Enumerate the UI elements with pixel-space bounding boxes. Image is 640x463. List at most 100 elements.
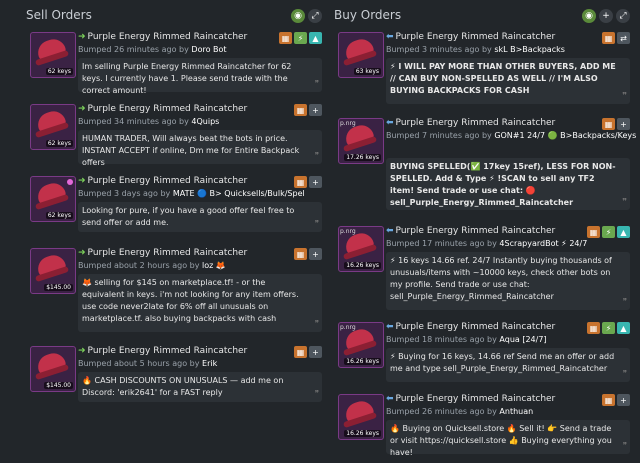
- bumped-info: Bumped 18 minutes ago by Aqua [24/7]: [386, 335, 547, 344]
- listing-description: 🔥 Buying on Quicksell.store 🔥 Sell it! 👉…: [386, 420, 630, 457]
- trade-icon[interactable]: ▦: [587, 322, 600, 334]
- item-title[interactable]: ➜ Purple Energy Rimmed Raincatcher: [78, 248, 247, 258]
- quote-icon: ❞: [622, 297, 627, 306]
- price-badge: $145.00: [44, 382, 73, 389]
- quote-icon: ❞: [622, 441, 627, 450]
- price-badge: 63 keys: [353, 68, 381, 75]
- buy-icon[interactable]: ▲: [617, 226, 630, 238]
- buy-listing[interactable]: p.nrg 16.26 keys ⬅ Purple Energy Rimmed Ra…: [334, 322, 630, 384]
- expand-icon[interactable]: ⤢: [616, 9, 630, 23]
- arrow-left-icon: ⬅: [386, 322, 394, 332]
- user-link[interactable]: Erik: [202, 359, 217, 368]
- trade-icon[interactable]: ▦: [294, 104, 307, 116]
- sell-listing[interactable]: $145.00 ➜ Purple Energy Rimmed Raincatche…: [26, 248, 322, 336]
- item-thumbnail[interactable]: 62 keys: [30, 176, 76, 222]
- price-badge: 62 keys: [45, 212, 73, 219]
- item-thumbnail[interactable]: $145.00: [30, 346, 76, 392]
- item-thumbnail[interactable]: p.nrg 16.26 keys: [338, 322, 384, 368]
- trade-icon[interactable]: ▦: [602, 32, 615, 44]
- item-title[interactable]: ➜ Purple Energy Rimmed Raincatcher: [78, 104, 247, 114]
- trade-icon[interactable]: ▦: [279, 32, 292, 44]
- item-title[interactable]: ➜ Purple Energy Rimmed Raincatcher: [78, 32, 247, 42]
- lightning-icon[interactable]: ⚡: [602, 322, 615, 334]
- buy-icon[interactable]: ▲: [617, 322, 630, 334]
- price-badge: 16.26 keys: [344, 358, 381, 365]
- quote-icon: ❞: [314, 319, 319, 328]
- item-title[interactable]: ➜ Purple Energy Rimmed Raincatcher: [78, 176, 247, 186]
- item-title[interactable]: ⬅ Purple Energy Rimmed Raincatcher: [386, 226, 555, 236]
- quote-icon: ❞: [622, 369, 627, 378]
- trade-icon[interactable]: ▦: [294, 248, 307, 260]
- lightning-icon[interactable]: ⚡: [602, 226, 615, 238]
- arrow-left-icon: ⬅: [386, 118, 394, 128]
- trade-icon[interactable]: ▦: [294, 176, 307, 188]
- add-friend-icon[interactable]: +: [309, 176, 322, 188]
- expand-icon[interactable]: ⤢: [308, 9, 322, 23]
- trade-icon[interactable]: ▦: [587, 226, 600, 238]
- buy-listing[interactable]: p.nrg 16.26 keys ⬅ Purple Energy Rimmed Ra…: [334, 226, 630, 312]
- add-friend-icon[interactable]: +: [309, 248, 322, 260]
- item-thumbnail[interactable]: p.nrg 17.26 keys: [338, 118, 384, 164]
- price-badge: 62 keys: [45, 68, 73, 75]
- buy-icon[interactable]: ▲: [309, 32, 322, 44]
- add-friend-icon[interactable]: +: [617, 394, 630, 406]
- sell-listing[interactable]: 62 keys ➜ Purple Energy Rimmed Raincatche…: [26, 176, 322, 238]
- sell-listing[interactable]: $145.00 ➜ Purple Energy Rimmed Raincatche…: [26, 346, 322, 408]
- item-thumbnail[interactable]: p.nrg 16.26 keys: [338, 226, 384, 272]
- paint-tag: p.nrg: [340, 120, 356, 127]
- buy-orders-title: Buy Orders: [334, 8, 402, 22]
- item-title[interactable]: ⬅ Purple Energy Rimmed Raincatcher: [386, 32, 555, 42]
- add-friend-icon[interactable]: +: [309, 104, 322, 116]
- trade-icon[interactable]: ▦: [602, 394, 615, 406]
- eye-icon[interactable]: ◉: [582, 9, 596, 23]
- paint-tag: p.nrg: [340, 324, 356, 331]
- sell-listing[interactable]: 62 keys ➜ Purple Energy Rimmed Raincatche…: [26, 32, 322, 95]
- arrow-left-icon: ⬅: [386, 226, 394, 236]
- price-badge: $145.00: [44, 284, 73, 291]
- item-thumbnail[interactable]: 62 keys: [30, 32, 76, 78]
- eye-icon[interactable]: ◉: [291, 9, 305, 23]
- quote-icon: ❞: [314, 389, 319, 398]
- add-friend-icon[interactable]: +: [617, 118, 630, 130]
- listing-description: ⚡ Buying for 16 keys, 14.66 ref Send me …: [386, 348, 630, 382]
- trade-icon[interactable]: ▦: [602, 118, 615, 130]
- swap-icon[interactable]: ⇄: [617, 32, 630, 44]
- arrow-icon: ➜: [78, 104, 86, 114]
- sell-orders-title: Sell Orders: [26, 8, 92, 22]
- item-title[interactable]: ⬅ Purple Energy Rimmed Raincatcher: [386, 394, 555, 404]
- bumped-info: Bumped about 5 hours ago by Erik: [78, 359, 218, 368]
- bumped-info: Bumped 17 minutes ago by 4ScrapyardBot ⚡…: [386, 239, 588, 248]
- bumped-info: Bumped 3 days ago by MATE 🔵 B> Quicksell…: [78, 189, 305, 198]
- item-thumbnail[interactable]: $145.00: [30, 248, 76, 294]
- buy-listing[interactable]: p.nrg 17.26 keys ⬅ Purple Energy Rimmed Ra…: [334, 118, 636, 212]
- buy-listing[interactable]: 16.26 keys ⬅ Purple Energy Rimmed Raincat…: [334, 394, 630, 457]
- user-link[interactable]: GON#1 24/7 🟢 B>Backpacks/Keys: [494, 131, 636, 140]
- listing-description: ⚡ I WILL PAY MORE THAN OTHER BUYERS, ADD…: [386, 58, 630, 104]
- trade-icon[interactable]: ▦: [294, 346, 307, 358]
- user-link[interactable]: 4Quips: [191, 117, 219, 126]
- user-link[interactable]: loz 🦊: [202, 261, 226, 270]
- listing-description: 🔥 CASH DISCOUNTS ON UNUSUALS — add me on…: [78, 372, 322, 402]
- buy-orders-header: Buy Orders ◉ + ⤢: [330, 0, 630, 32]
- listing-description: Looking for pure, if you have a good off…: [78, 202, 322, 232]
- arrow-icon: ➜: [78, 248, 86, 258]
- user-link[interactable]: Doro Bot: [191, 45, 226, 54]
- bumped-info: Bumped about 2 hours ago by loz 🦊: [78, 261, 226, 270]
- add-icon[interactable]: +: [599, 9, 613, 23]
- item-thumbnail[interactable]: 62 keys: [30, 104, 76, 150]
- bumped-info: Bumped 34 minutes ago by 4Quips: [78, 117, 220, 126]
- user-link[interactable]: Anthuan: [499, 407, 533, 416]
- user-link[interactable]: Aqua [24/7]: [499, 335, 546, 344]
- buy-listing[interactable]: 63 keys ⬅ Purple Energy Rimmed Raincatche…: [334, 32, 630, 108]
- item-thumbnail[interactable]: 16.26 keys: [338, 394, 384, 440]
- add-friend-icon[interactable]: +: [309, 346, 322, 358]
- item-title[interactable]: ➜ Purple Energy Rimmed Raincatcher: [78, 346, 247, 356]
- lightning-icon[interactable]: ⚡: [294, 32, 307, 44]
- item-thumbnail[interactable]: 63 keys: [338, 32, 384, 78]
- sell-listing[interactable]: 62 keys ➜ Purple Energy Rimmed Raincatche…: [26, 104, 322, 167]
- item-title[interactable]: ⬅ Purple Energy Rimmed Raincatcher: [386, 322, 555, 332]
- user-link[interactable]: MATE 🔵 B> Quicksells/Bulk/Spel: [173, 189, 305, 198]
- item-title[interactable]: ⬅ Purple Energy Rimmed Raincatcher: [386, 118, 555, 128]
- user-link[interactable]: 4ScrapyardBot ⚡ 24/7: [499, 239, 587, 248]
- user-link[interactable]: skL B>Backpacks: [494, 45, 565, 54]
